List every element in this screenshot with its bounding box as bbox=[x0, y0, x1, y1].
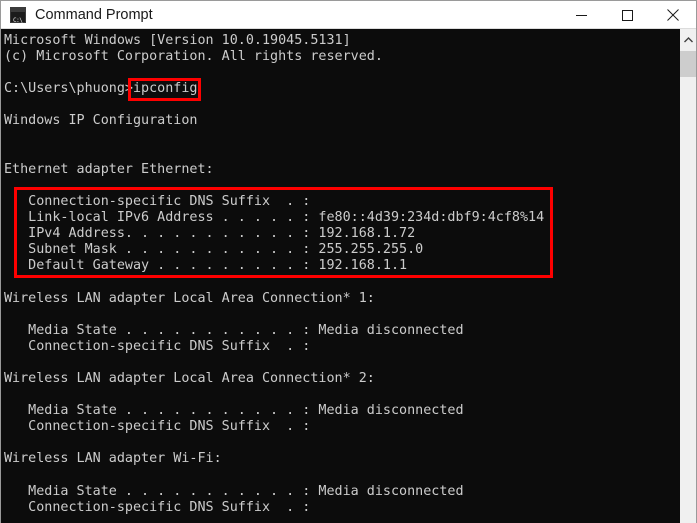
command-prompt-window: C:\ Command Prompt Microsoft Windows [Ve… bbox=[0, 0, 697, 523]
window-controls bbox=[558, 1, 696, 29]
minimize-icon bbox=[575, 14, 587, 16]
console-text: Microsoft Windows [Version 10.0.19045.51… bbox=[4, 33, 545, 515]
console-icon-prompt-glyph: C:\ bbox=[13, 16, 23, 24]
console-output-area[interactable]: Microsoft Windows [Version 10.0.19045.51… bbox=[1, 29, 696, 523]
vertical-scroll-thumb[interactable] bbox=[680, 51, 696, 77]
window-title: Command Prompt bbox=[35, 6, 153, 23]
vertical-scroll-track[interactable] bbox=[680, 77, 696, 523]
maximize-button[interactable] bbox=[604, 1, 650, 29]
console-icon-screen: C:\ bbox=[11, 11, 25, 24]
maximize-icon bbox=[621, 9, 633, 21]
minimize-button[interactable] bbox=[558, 1, 604, 29]
titlebar[interactable]: C:\ Command Prompt bbox=[1, 1, 696, 29]
close-button[interactable] bbox=[650, 1, 696, 29]
chevron-up-icon bbox=[683, 36, 693, 42]
scroll-up-button[interactable] bbox=[680, 29, 696, 50]
console-icon: C:\ bbox=[10, 6, 26, 24]
close-icon bbox=[667, 9, 679, 21]
vertical-scrollbar[interactable] bbox=[679, 29, 696, 523]
